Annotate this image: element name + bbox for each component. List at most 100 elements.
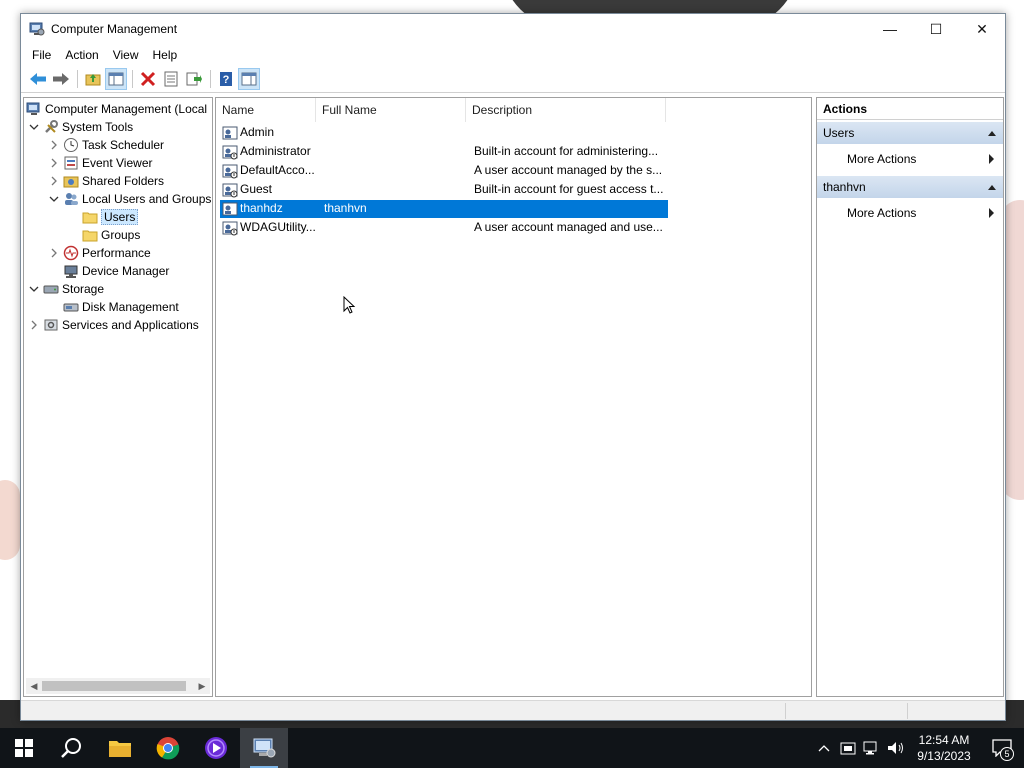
tree-item-label: System Tools — [62, 120, 134, 134]
actions-section-users[interactable]: Users — [817, 122, 1003, 144]
user-row-guest[interactable]: Guest Built-in account for guest access … — [220, 181, 668, 199]
tree-item-performance[interactable]: Performance — [48, 244, 151, 262]
menu-view[interactable]: View — [106, 48, 146, 62]
user-row-wdagutilityaccount[interactable]: WDAGUtility... A user account managed an… — [220, 219, 668, 237]
tree-item-label: Disk Management — [82, 300, 179, 314]
chevron-right-icon[interactable] — [48, 157, 60, 169]
volume-button[interactable] — [884, 728, 908, 768]
performance-icon — [63, 245, 79, 261]
user-name: WDAGUtility... — [240, 220, 316, 234]
search-button[interactable] — [48, 728, 96, 768]
tree-horizontal-scrollbar[interactable]: ◀ ▶ — [26, 678, 210, 694]
chevron-right-icon[interactable] — [48, 175, 60, 187]
tree-item-services-and-applications[interactable]: Services and Applications — [28, 316, 199, 334]
taskbar-media-app[interactable] — [192, 728, 240, 768]
file-explorer-icon — [109, 741, 131, 757]
properties-icon — [164, 71, 178, 87]
users-list-pane[interactable]: Name Full Name Description Admin Adminis… — [215, 97, 812, 697]
show-hidden-icons-button[interactable] — [812, 728, 836, 768]
chevron-down-icon[interactable] — [48, 193, 60, 205]
menu-action[interactable]: Action — [58, 48, 105, 62]
user-row-thanhdz[interactable]: thanhdz thanhvn — [220, 200, 668, 218]
console-tree-pane[interactable]: Computer Management (Local System Tools … — [23, 97, 213, 697]
tree-item-label: Storage — [62, 282, 105, 296]
user-name: Admin — [240, 125, 275, 139]
taskbar-computer-management[interactable] — [240, 728, 288, 768]
start-button[interactable] — [0, 728, 48, 768]
chevron-down-icon[interactable] — [28, 121, 40, 133]
action-label: More Actions — [847, 206, 917, 220]
close-button[interactable]: ✕ — [959, 14, 1005, 44]
export-list-button[interactable] — [183, 68, 205, 90]
user-row-admin[interactable]: Admin — [220, 124, 668, 142]
network-button[interactable] — [860, 728, 884, 768]
tree-item-task-scheduler[interactable]: Task Scheduler — [48, 136, 164, 154]
show-hide-action-pane-button[interactable] — [238, 68, 260, 90]
user-name: thanhdz — [240, 201, 283, 215]
tree-item-computer-management[interactable]: Computer Management (Local — [26, 100, 207, 118]
minimize-button[interactable]: — — [867, 14, 913, 44]
speaker-icon — [888, 742, 903, 754]
menu-file[interactable]: File — [25, 48, 58, 62]
collapse-caret-icon[interactable] — [987, 129, 997, 137]
user-description: Built-in account for guest access t... — [474, 182, 664, 196]
column-header-name[interactable]: Name — [216, 98, 316, 122]
show-hide-console-tree-button[interactable] — [105, 68, 127, 90]
section-title: thanhvn — [823, 180, 866, 194]
chevron-right-icon[interactable] — [48, 139, 60, 151]
tree-item-local-users-and-groups[interactable]: Local Users and Groups — [48, 190, 211, 208]
window-title: Computer Management — [51, 22, 178, 36]
column-header-full-name[interactable]: Full Name — [316, 98, 466, 122]
tree-item-label: Event Viewer — [82, 156, 153, 170]
collapse-caret-icon[interactable] — [987, 183, 997, 191]
tree-item-system-tools[interactable]: System Tools — [28, 118, 133, 136]
chevron-down-icon[interactable] — [28, 283, 40, 295]
taskbar: 12:54 AM 9/13/2023 5 — [0, 728, 1024, 768]
tree-item-groups[interactable]: Groups — [82, 226, 140, 244]
user-row-defaultaccount[interactable]: DefaultAcco... A user account managed by… — [220, 162, 668, 180]
actions-header: Actions — [817, 98, 1003, 120]
wallpaper-shape — [0, 480, 20, 560]
folder-icon — [82, 209, 98, 225]
back-button[interactable] — [27, 68, 49, 90]
up-one-level-button[interactable] — [82, 68, 104, 90]
action-center-button[interactable]: 5 — [980, 728, 1024, 768]
chevron-right-icon[interactable] — [28, 319, 40, 331]
chevron-right-icon[interactable] — [48, 247, 60, 259]
tree-item-shared-folders[interactable]: Shared Folders — [48, 172, 164, 190]
tree-item-users[interactable]: Users — [82, 208, 139, 226]
tray-app[interactable] — [836, 728, 860, 768]
more-actions-thanhvn[interactable]: More Actions — [817, 198, 1003, 228]
more-actions-users[interactable]: More Actions — [817, 144, 1003, 174]
title-bar[interactable]: Computer Management — ☐ ✕ — [21, 14, 1005, 44]
tree-item-event-viewer[interactable]: Event Viewer — [48, 154, 152, 172]
column-header-description[interactable]: Description — [466, 98, 666, 122]
tree-item-device-manager[interactable]: Device Manager — [63, 262, 169, 280]
scroll-right-icon[interactable]: ▶ — [195, 678, 209, 694]
action-label: More Actions — [847, 152, 917, 166]
delete-button[interactable] — [137, 68, 159, 90]
help-button[interactable]: ? — [215, 68, 237, 90]
properties-button[interactable] — [160, 68, 182, 90]
clock[interactable]: 12:54 AM 9/13/2023 — [908, 732, 980, 764]
forward-button[interactable] — [50, 68, 72, 90]
scrollbar-thumb[interactable] — [42, 681, 186, 691]
tree-item-storage[interactable]: Storage — [28, 280, 104, 298]
toolbar-separator — [210, 70, 211, 88]
user-row-administrator[interactable]: Administrator Built-in account for admin… — [220, 143, 668, 161]
delete-x-icon — [140, 71, 156, 87]
user-name: Guest — [240, 182, 273, 196]
taskbar-chrome[interactable] — [144, 728, 192, 768]
tree-item-disk-management[interactable]: Disk Management — [63, 298, 179, 316]
chevron-up-icon — [818, 745, 830, 752]
submenu-arrow-icon — [989, 208, 994, 218]
status-divider — [785, 703, 786, 719]
maximize-button[interactable]: ☐ — [913, 14, 959, 44]
scroll-left-icon[interactable]: ◀ — [27, 678, 41, 694]
disabled-user-account-icon — [222, 183, 238, 198]
forward-arrow-icon — [53, 73, 69, 85]
menu-help[interactable]: Help — [146, 48, 185, 62]
taskbar-file-explorer[interactable] — [96, 728, 144, 768]
actions-section-thanhvn[interactable]: thanhvn — [817, 176, 1003, 198]
disabled-user-account-icon — [222, 221, 238, 236]
